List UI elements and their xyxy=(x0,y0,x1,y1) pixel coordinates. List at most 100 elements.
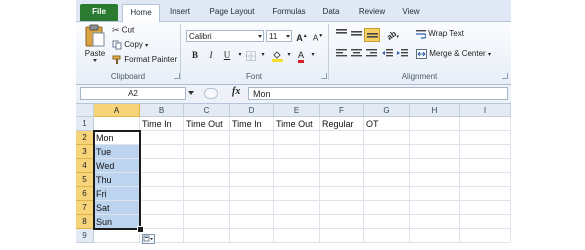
align-top-button[interactable] xyxy=(334,29,348,42)
column-header-c[interactable]: C xyxy=(184,104,230,117)
select-all-corner[interactable] xyxy=(76,104,94,117)
cell-f8[interactable] xyxy=(320,215,364,229)
cell-a6[interactable]: Fri xyxy=(94,187,140,201)
name-box[interactable]: A2 xyxy=(80,87,186,100)
formula-bar-expander[interactable] xyxy=(204,88,218,99)
cell-c5[interactable] xyxy=(184,173,230,187)
row-header-6[interactable]: 6 xyxy=(76,187,94,201)
paste-dropdown-icon[interactable] xyxy=(93,59,97,62)
row-header-1[interactable]: 1 xyxy=(76,117,94,131)
cell-h6[interactable] xyxy=(410,187,460,201)
column-header-g[interactable]: G xyxy=(364,104,410,117)
orientation-button[interactable]: ab▾ xyxy=(385,29,400,42)
row-header-2[interactable]: 2 xyxy=(76,131,94,145)
cell-a7[interactable]: Sat xyxy=(94,201,140,215)
cell-c7[interactable] xyxy=(184,201,230,215)
cell-g6[interactable] xyxy=(364,187,410,201)
cell-c6[interactable] xyxy=(184,187,230,201)
tab-formulas[interactable]: Formulas xyxy=(266,4,312,21)
cell-f1[interactable]: Regular xyxy=(320,117,364,131)
tab-view[interactable]: View xyxy=(396,4,426,21)
cell-f4[interactable] xyxy=(320,159,364,173)
cell-i3[interactable] xyxy=(460,145,511,159)
cell-d8[interactable] xyxy=(230,215,274,229)
align-right-button[interactable] xyxy=(364,49,378,62)
cell-b4[interactable] xyxy=(140,159,184,173)
column-header-e[interactable]: E xyxy=(274,104,320,117)
auto-fill-options-button[interactable] xyxy=(142,234,155,244)
cell-e5[interactable] xyxy=(274,173,320,187)
align-middle-button[interactable] xyxy=(349,29,363,42)
shrink-font-button[interactable]: A▼ xyxy=(311,30,325,43)
cell-a3[interactable]: Tue xyxy=(94,145,140,159)
cell-h2[interactable] xyxy=(410,131,460,145)
tab-data[interactable]: Data xyxy=(316,4,346,21)
cell-g8[interactable] xyxy=(364,215,410,229)
cell-a2[interactable]: Mon xyxy=(94,131,140,145)
cell-b7[interactable] xyxy=(140,201,184,215)
copy-button[interactable]: Copy ▾ xyxy=(112,40,148,50)
tab-home[interactable]: Home xyxy=(122,4,160,22)
column-header-a[interactable]: A xyxy=(94,104,140,117)
font-dialog-launcher-icon[interactable] xyxy=(321,73,327,79)
cell-g2[interactable] xyxy=(364,131,410,145)
cell-a5[interactable]: Thu xyxy=(94,173,140,187)
row-header-8[interactable]: 8 xyxy=(76,215,94,229)
column-header-i[interactable]: I xyxy=(460,104,511,117)
cell-a8[interactable]: Sun xyxy=(94,215,140,229)
cell-h7[interactable] xyxy=(410,201,460,215)
increase-indent-button[interactable] xyxy=(395,49,409,62)
cell-d2[interactable] xyxy=(230,131,274,145)
cell-b6[interactable] xyxy=(140,187,184,201)
bold-button[interactable]: B xyxy=(188,49,202,62)
cell-g1[interactable]: OT xyxy=(364,117,410,131)
cell-b1[interactable]: Time In xyxy=(140,117,184,131)
cell-h8[interactable] xyxy=(410,215,460,229)
cell-a4[interactable]: Wed xyxy=(94,159,140,173)
tab-page-layout[interactable]: Page Layout xyxy=(202,4,262,21)
cell-d4[interactable] xyxy=(230,159,274,173)
merge-center-button[interactable]: Merge & Center ▾ xyxy=(416,49,491,59)
formula-input[interactable]: Mon xyxy=(248,87,508,100)
row-header-3[interactable]: 3 xyxy=(76,145,94,159)
decrease-indent-button[interactable] xyxy=(380,49,394,62)
wrap-text-button[interactable]: Wrap Text xyxy=(416,29,464,39)
cell-i8[interactable] xyxy=(460,215,511,229)
cell-f7[interactable] xyxy=(320,201,364,215)
cell-i9[interactable] xyxy=(460,229,511,243)
cell-f2[interactable] xyxy=(320,131,364,145)
cell-h4[interactable] xyxy=(410,159,460,173)
cell-i6[interactable] xyxy=(460,187,511,201)
grow-font-button[interactable]: A▲ xyxy=(295,30,309,43)
copy-dropdown-icon[interactable]: ▾ xyxy=(145,43,148,49)
cell-i2[interactable] xyxy=(460,131,511,145)
cell-f6[interactable] xyxy=(320,187,364,201)
cell-g3[interactable] xyxy=(364,145,410,159)
paste-button[interactable]: Paste xyxy=(80,24,110,68)
tab-file[interactable]: File xyxy=(80,4,118,21)
align-center-button[interactable] xyxy=(349,49,363,62)
cell-e8[interactable] xyxy=(274,215,320,229)
cell-h9[interactable] xyxy=(410,229,460,243)
column-header-h[interactable]: H xyxy=(410,104,460,117)
row-header-4[interactable]: 4 xyxy=(76,159,94,173)
cell-i7[interactable] xyxy=(460,201,511,215)
cell-d3[interactable] xyxy=(230,145,274,159)
font-name-select[interactable]: Calibri xyxy=(186,30,264,42)
cell-a9[interactable] xyxy=(94,229,140,243)
cell-c9[interactable] xyxy=(184,229,230,243)
column-header-d[interactable]: D xyxy=(230,104,274,117)
font-color-dropdown-icon[interactable]: ▾ xyxy=(306,49,320,62)
cell-g4[interactable] xyxy=(364,159,410,173)
column-header-f[interactable]: F xyxy=(320,104,364,117)
name-box-dropdown-icon[interactable] xyxy=(188,91,194,95)
cell-c1[interactable]: Time Out xyxy=(184,117,230,131)
cell-c8[interactable] xyxy=(184,215,230,229)
cell-e7[interactable] xyxy=(274,201,320,215)
cell-h3[interactable] xyxy=(410,145,460,159)
cell-d6[interactable] xyxy=(230,187,274,201)
cell-a1[interactable] xyxy=(94,117,140,131)
borders-dropdown-icon[interactable]: ▾ xyxy=(256,49,270,62)
fill-handle[interactable] xyxy=(137,226,144,233)
align-bottom-button[interactable] xyxy=(364,28,380,42)
